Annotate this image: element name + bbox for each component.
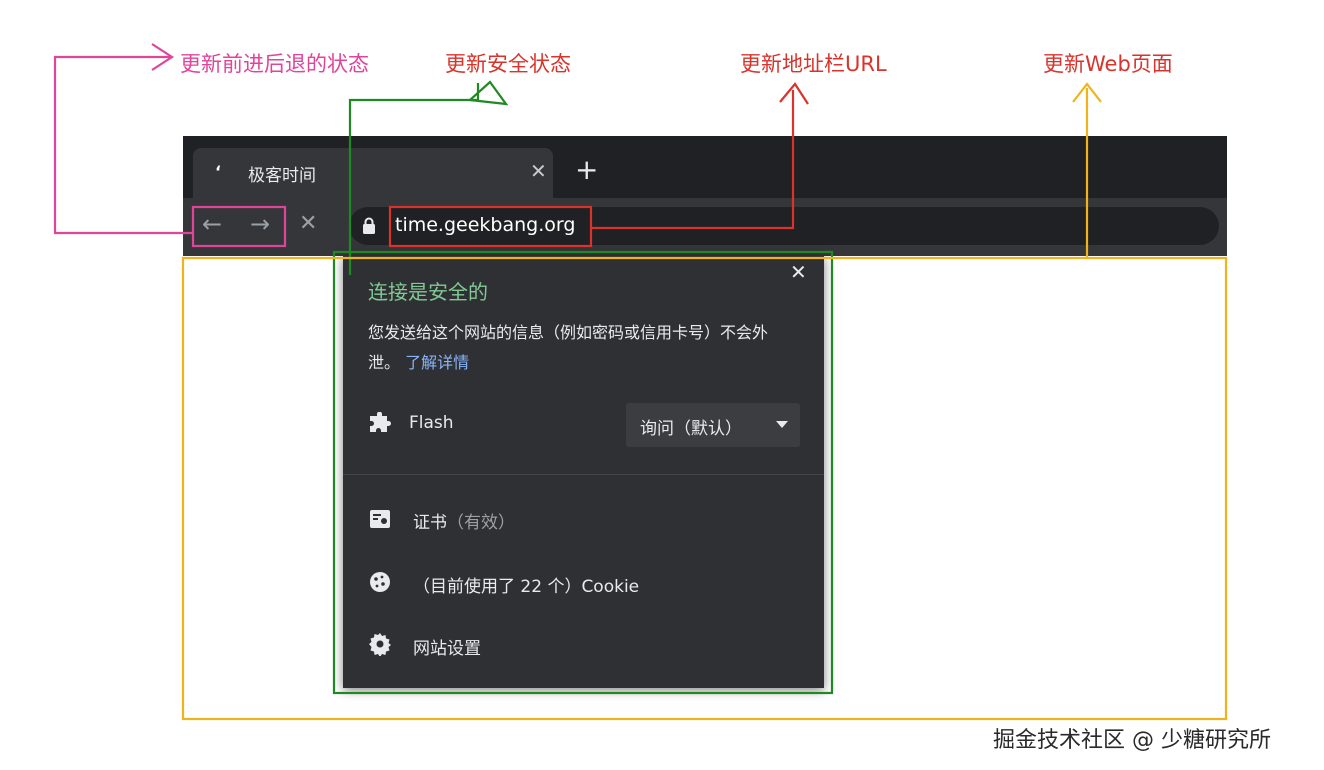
certificate-icon [370, 510, 390, 528]
cookie-row[interactable]: （目前使用了 22 个）Cookie [343, 560, 824, 604]
toolbar: ← → ✕ time.geekbang.org [183, 198, 1227, 256]
cookie-icon [370, 572, 390, 592]
favicon-icon: ʻ [215, 162, 222, 181]
site-settings-label: 网站设置 [413, 639, 481, 659]
browser-window: ʻ 极客时间 ✕ + ← → ✕ time.geekbang.org [183, 136, 1227, 256]
annotation-web-page: 更新Web页面 [1043, 52, 1173, 76]
flash-permission-select[interactable]: 询问（默认） [626, 403, 800, 447]
forward-button[interactable]: → [250, 212, 270, 236]
tab-close-icon[interactable]: ✕ [530, 159, 547, 183]
certificate-label: 证书（有效） [413, 508, 515, 533]
annotation-nav-state: 更新前进后退的状态 [180, 52, 369, 76]
puzzle-icon [370, 412, 391, 432]
stop-button[interactable]: ✕ [299, 212, 317, 236]
popup-close-icon[interactable]: ✕ [790, 260, 807, 284]
url-text[interactable]: time.geekbang.org [395, 214, 575, 236]
connection-secure-title: 连接是安全的 [368, 280, 488, 304]
annotation-url-bar: 更新地址栏URL [740, 52, 887, 76]
certificate-text: 证书 [413, 513, 447, 533]
flash-label: Flash [409, 413, 454, 433]
site-settings-row[interactable]: 网站设置 [343, 622, 824, 666]
address-bar[interactable]: time.geekbang.org [349, 207, 1219, 245]
divider [343, 474, 824, 475]
tab-title: 极客时间 [248, 166, 316, 186]
annotation-security-state: 更新安全状态 [445, 52, 571, 76]
learn-more-link[interactable]: 了解详情 [405, 353, 469, 372]
watermark: 掘金技术社区 @ 少糖研究所 [993, 728, 1271, 753]
cookie-label: （目前使用了 22 个）Cookie [413, 577, 640, 597]
gear-icon [369, 633, 391, 656]
new-tab-button[interactable]: + [575, 156, 598, 184]
flash-select-value: 询问（默认） [640, 419, 742, 439]
site-info-popup: ✕ 连接是安全的 您发送给这个网站的信息（例如密码或信用卡号）不会外泄。 了解详… [343, 256, 824, 688]
back-button[interactable]: ← [202, 212, 222, 236]
lock-icon[interactable] [361, 217, 377, 235]
tab-geektime[interactable]: ʻ 极客时间 ✕ [193, 148, 553, 198]
connection-description: 您发送给这个网站的信息（例如密码或信用卡号）不会外泄。 了解详情 [368, 318, 798, 378]
certificate-row[interactable]: 证书（有效） [343, 496, 824, 540]
tab-strip: ʻ 极客时间 ✕ + [183, 136, 1227, 198]
certificate-status: （有效） [447, 513, 515, 533]
chevron-down-icon [776, 421, 788, 428]
